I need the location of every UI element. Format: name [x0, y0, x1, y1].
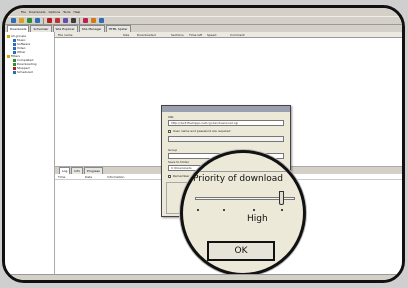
tree-item-label: Scheduled	[17, 70, 33, 74]
menu-tools[interactable]: Tools	[63, 8, 70, 16]
screenshot-frame: File Downloads Options Tools Help Downlo…	[2, 5, 405, 283]
column-sections[interactable]: Sections	[171, 32, 184, 38]
url-label: URL	[168, 115, 174, 119]
add-icon[interactable]	[11, 18, 16, 23]
log-column-information[interactable]: Information	[107, 174, 124, 180]
toolbar-separator	[79, 17, 80, 24]
settings-icon[interactable]	[71, 18, 76, 23]
priority-label: Priority of download	[193, 174, 283, 184]
auth-field[interactable]	[168, 136, 284, 142]
play-icon[interactable]	[27, 18, 32, 23]
tab-log[interactable]: Log	[59, 167, 71, 174]
priority-slider-thumb[interactable]	[279, 191, 284, 205]
category-icon	[13, 62, 16, 66]
menu-help[interactable]: Help	[73, 8, 80, 16]
dialog-titlebar[interactable]	[162, 106, 290, 112]
remember-checkbox[interactable]: Remember	[168, 174, 189, 178]
save-folder-label: Save to folder	[168, 160, 189, 164]
tab-html-spider[interactable]: HTML Spider	[105, 25, 131, 32]
priority-group-border	[183, 171, 303, 172]
tab-scheduler[interactable]: Scheduler	[30, 25, 52, 32]
stop-icon[interactable]	[47, 18, 52, 23]
log-column-date[interactable]: Date	[85, 174, 92, 180]
priority-value: High	[247, 214, 268, 224]
menu-bar: File Downloads Options Tools Help	[5, 8, 402, 16]
download-list-header: File name Size Downloaded Sections Time …	[55, 32, 402, 38]
category-icon	[13, 46, 16, 50]
slider-tick	[281, 209, 283, 211]
category-icon	[13, 66, 16, 70]
toolbar	[5, 16, 402, 25]
tab-downloads[interactable]: Downloads	[7, 25, 30, 32]
menu-downloads[interactable]: Downloads	[29, 8, 45, 16]
scheduler-icon[interactable]	[63, 18, 68, 23]
column-size[interactable]: Size	[123, 32, 129, 38]
remember-checkbox-label: Remember	[173, 174, 190, 178]
column-file-name[interactable]: File name	[58, 32, 72, 38]
tab-site-manager[interactable]: Site Manager	[78, 25, 105, 32]
checkbox-box[interactable]	[168, 129, 171, 133]
status-bar	[5, 274, 402, 280]
category-tree: All groups Music Software Video Other Filters…	[5, 32, 55, 280]
url-input[interactable]: http://dw3.filehippo.net/cgi-bin/downloa…	[168, 120, 284, 126]
category-icon	[13, 70, 16, 74]
column-speed[interactable]: Speed	[207, 32, 216, 38]
zoom-callout: Priority of download High OK	[180, 150, 306, 276]
slider-tick	[253, 209, 255, 211]
app-window: File Downloads Options Tools Help Downlo…	[5, 8, 402, 280]
tree-item[interactable]: Scheduled	[7, 70, 52, 74]
auth-checkbox[interactable]: User name and password are required	[168, 129, 230, 133]
log-column-time[interactable]: Time	[58, 174, 65, 180]
group-label: Group	[168, 148, 178, 152]
column-downloaded[interactable]: Downloaded	[137, 32, 156, 38]
pause-icon[interactable]	[35, 18, 40, 23]
slider-tick	[223, 209, 225, 211]
tab-site-explorer[interactable]: Site Explorer	[52, 25, 78, 32]
remember-checkbox-box[interactable]	[168, 174, 171, 178]
folder-icon	[7, 34, 10, 38]
spider-icon[interactable]	[91, 18, 96, 23]
auth-checkbox-label: User name and password are required	[173, 129, 231, 133]
tab-progress[interactable]: Progress	[84, 167, 103, 174]
tab-info[interactable]: Info	[71, 167, 84, 174]
main-tabs: Downloads Scheduler Site Explorer Site M…	[5, 25, 402, 32]
column-time-left[interactable]: Time left	[189, 32, 202, 38]
help-icon[interactable]	[99, 18, 104, 23]
folder-icon	[7, 54, 10, 58]
menu-options[interactable]: Options	[49, 8, 61, 16]
slider-tick	[197, 209, 199, 211]
category-icon	[13, 42, 16, 46]
category-icon	[13, 58, 16, 62]
ok-button[interactable]: OK	[207, 241, 275, 261]
delete-icon[interactable]	[55, 18, 60, 23]
column-comment[interactable]: Comment	[230, 32, 245, 38]
site-explorer-icon[interactable]	[83, 18, 88, 23]
menu-file[interactable]: File	[21, 8, 26, 16]
category-icon	[13, 38, 16, 42]
open-icon[interactable]	[19, 18, 24, 23]
toolbar-separator	[43, 17, 44, 24]
